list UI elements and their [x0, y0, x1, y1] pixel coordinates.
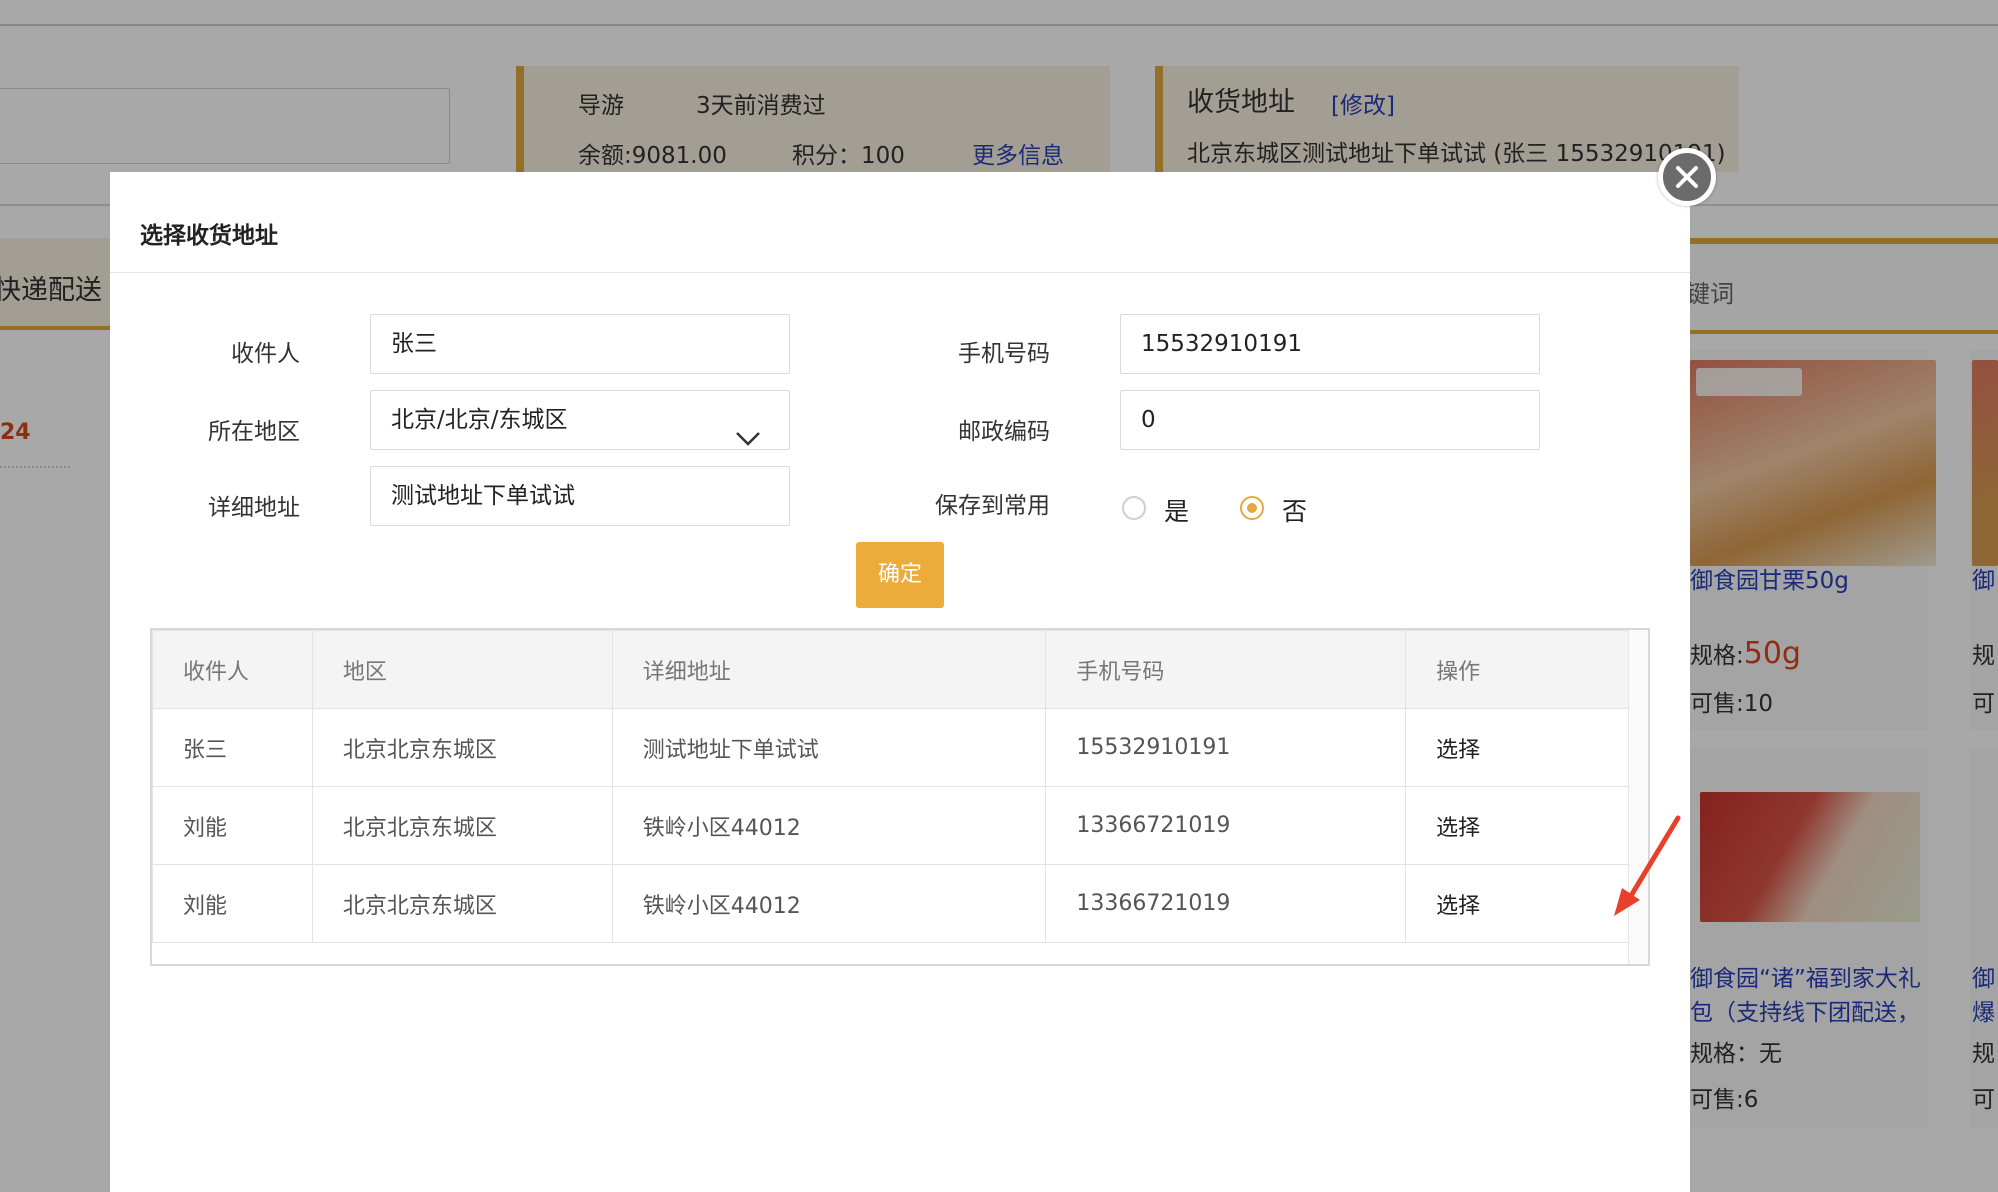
- region-select[interactable]: 北京/北京/东城区: [370, 390, 790, 450]
- region-select-value: 北京/北京/东城区: [391, 407, 568, 433]
- close-dialog-button[interactable]: [1658, 148, 1716, 206]
- cell-region: 北京北京东城区: [311, 786, 613, 865]
- select-address-button[interactable]: 选择: [1405, 786, 1632, 865]
- col-header-action: 操作: [1405, 630, 1632, 709]
- cell-region: 北京北京东城区: [311, 864, 613, 943]
- table-header-row: 收件人 地区 详细地址 手机号码 操作: [152, 630, 1632, 709]
- address-table: 收件人 地区 详细地址 手机号码 操作 张三 北京北京东城区 测试地址下单试试 …: [152, 630, 1632, 943]
- cell-region: 北京北京东城区: [311, 708, 613, 787]
- address-table-container: 收件人 地区 详细地址 手机号码 操作 张三 北京北京东城区 测试地址下单试试 …: [150, 628, 1650, 966]
- recipient-input[interactable]: 张三: [370, 314, 790, 374]
- col-header-phone: 手机号码: [1045, 630, 1407, 709]
- table-row: 刘能 北京北京东城区 铁岭小区44012 13366721019 选择: [152, 864, 1632, 943]
- confirm-button[interactable]: 确定: [856, 542, 944, 608]
- arrow-annotation-icon: [1614, 815, 1681, 916]
- recipient-label: 收件人: [231, 341, 300, 367]
- cell-address: 测试地址下单试试: [611, 708, 1047, 787]
- table-row: 张三 北京北京东城区 测试地址下单试试 15532910191 选择: [152, 708, 1632, 787]
- save-no-radio[interactable]: [1240, 496, 1264, 520]
- save-yes-radio[interactable]: [1122, 496, 1146, 520]
- cell-recipient: 刘能: [152, 786, 313, 865]
- cell-recipient: 刘能: [152, 864, 313, 943]
- phone-input[interactable]: 15532910191: [1120, 314, 1540, 374]
- select-address-button[interactable]: 选择: [1405, 708, 1632, 787]
- region-label: 所在地区: [208, 419, 300, 445]
- col-header-address: 详细地址: [611, 630, 1047, 709]
- zip-input[interactable]: 0: [1120, 390, 1540, 450]
- cell-address: 铁岭小区44012: [611, 786, 1047, 865]
- zip-label: 邮政编码: [958, 419, 1050, 445]
- table-row: 刘能 北京北京东城区 铁岭小区44012 13366721019 选择: [152, 786, 1632, 865]
- close-icon: [1676, 166, 1698, 188]
- phone-label: 手机号码: [958, 341, 1050, 367]
- cell-phone: 13366721019: [1045, 786, 1407, 865]
- dialog-divider: [110, 272, 1690, 273]
- save-common-radio-group: 是 否: [110, 490, 1690, 530]
- cell-phone: 15532910191: [1045, 708, 1407, 787]
- col-header-recipient: 收件人: [152, 630, 313, 709]
- select-address-dialog: 选择收货地址 收件人 张三 手机号码 15532910191 所在地区 北京/北…: [110, 172, 1690, 1192]
- save-yes-label[interactable]: 是: [1164, 492, 1189, 528]
- chevron-down-icon: [735, 411, 761, 469]
- save-no-label[interactable]: 否: [1282, 492, 1307, 528]
- col-header-region: 地区: [311, 630, 613, 709]
- cell-address: 铁岭小区44012: [611, 864, 1047, 943]
- select-address-button[interactable]: 选择: [1405, 864, 1632, 943]
- cell-recipient: 张三: [152, 708, 313, 787]
- cell-phone: 13366721019: [1045, 864, 1407, 943]
- dialog-title: 选择收货地址: [140, 223, 278, 249]
